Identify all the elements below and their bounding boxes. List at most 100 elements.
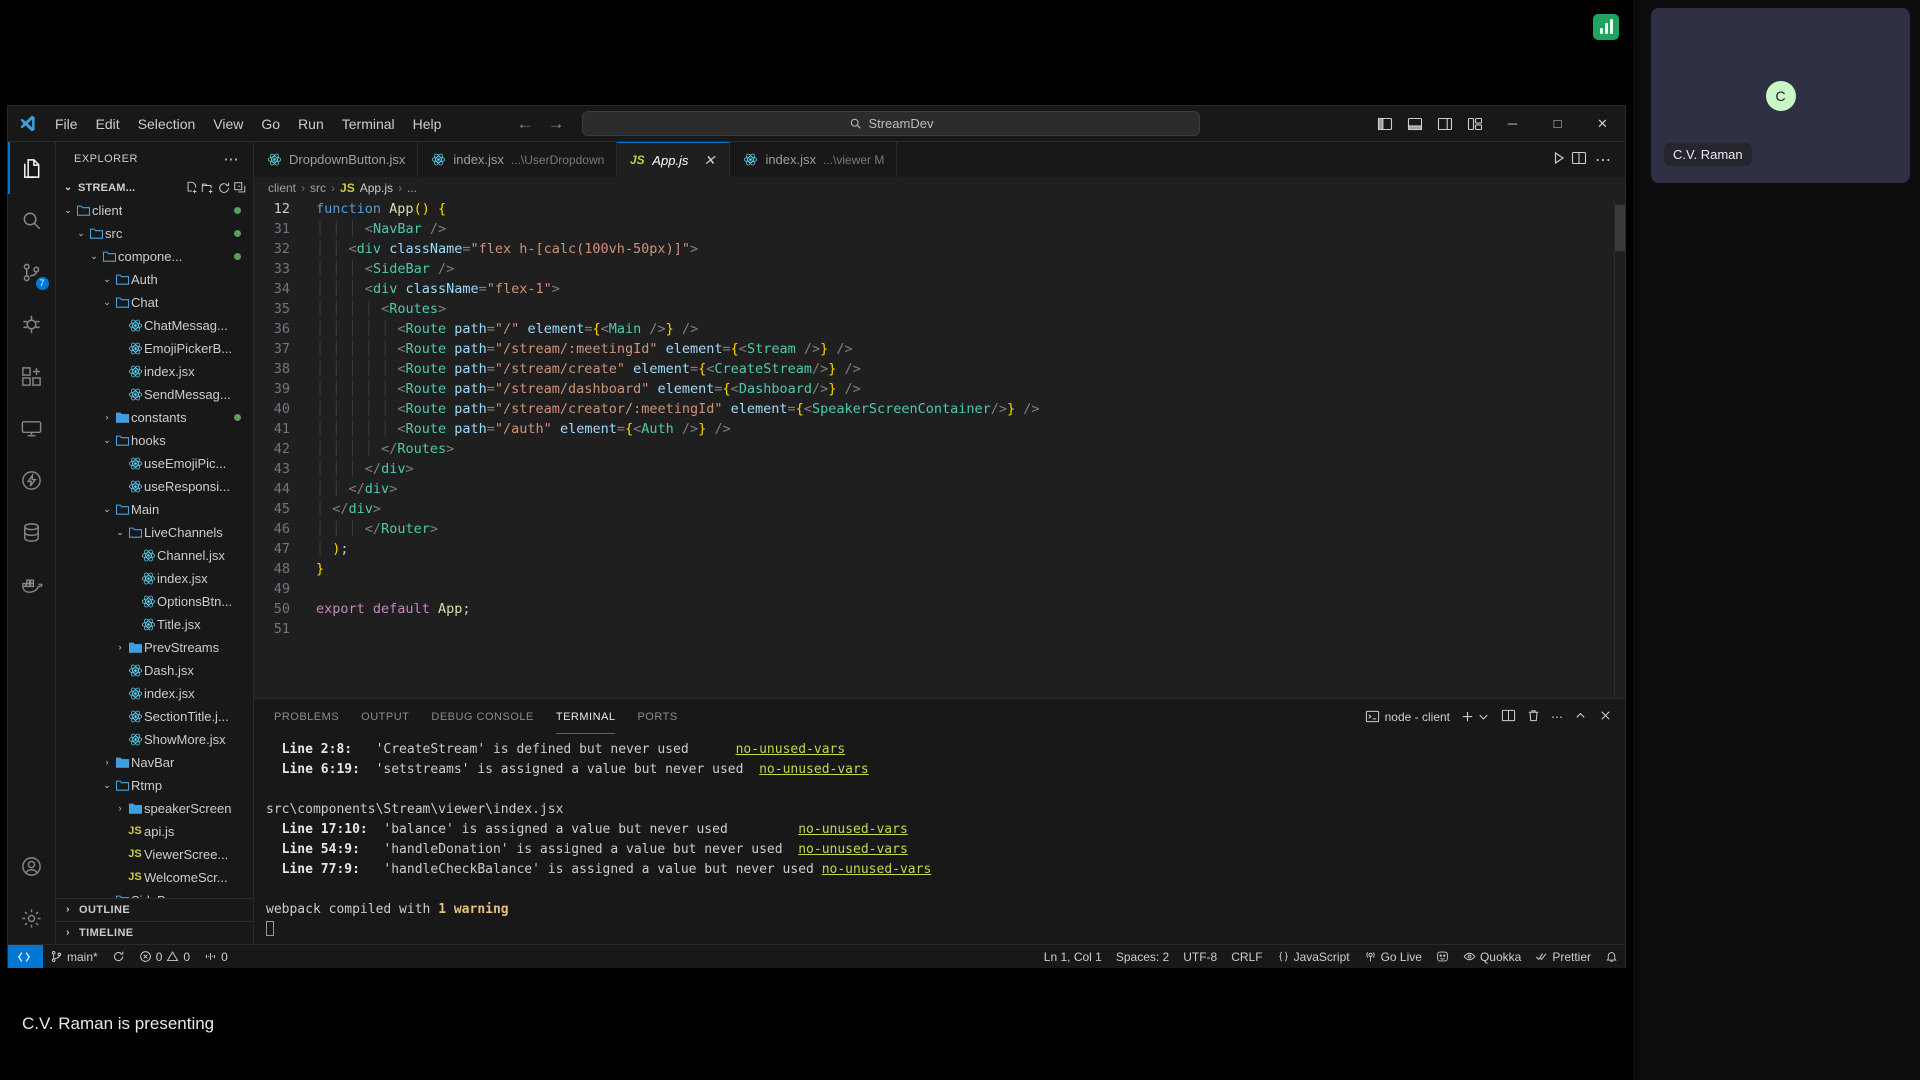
tree-item[interactable]: index.jsx bbox=[56, 567, 253, 590]
toggle-panel-icon[interactable] bbox=[1400, 109, 1430, 139]
chevron-right-icon[interactable]: › bbox=[114, 642, 126, 652]
tree-item[interactable]: index.jsx bbox=[56, 682, 253, 705]
tree-item[interactable]: ShowMore.jsx bbox=[56, 728, 253, 751]
tree-item[interactable]: JS WelcomeScr... bbox=[56, 866, 253, 889]
chevron-right-icon[interactable]: › bbox=[101, 412, 113, 422]
panel-more-actions-icon[interactable]: ⋯ bbox=[1551, 710, 1563, 724]
terminal-selector[interactable]: node - client bbox=[1365, 709, 1450, 724]
indentation[interactable]: Spaces: 2 bbox=[1109, 945, 1176, 969]
tree-item[interactable]: ⌄ Chat bbox=[56, 291, 253, 314]
tree-item[interactable]: ⌄ Rtmp bbox=[56, 774, 253, 797]
editor-tab[interactable]: index.jsx ...\UserDropdown bbox=[418, 142, 618, 177]
breadcrumb[interactable]: client › src › JS App.js › ... bbox=[254, 177, 1625, 199]
toggle-primary-sidebar-icon[interactable] bbox=[1370, 109, 1400, 139]
maximize-panel-button[interactable] bbox=[1573, 708, 1588, 726]
chevron-down-icon[interactable]: ⌄ bbox=[101, 435, 113, 446]
file-tree[interactable]: ⌄ client ⌄ src ⌄ compone... ⌄ Auth ⌄ Chat ChatMess… bbox=[56, 199, 253, 898]
customize-layout-icon[interactable] bbox=[1460, 109, 1490, 139]
tab-output[interactable]: OUTPUT bbox=[361, 699, 409, 734]
tab-debug-console[interactable]: DEBUG CONSOLE bbox=[431, 699, 533, 734]
sidebar-item-explorer[interactable] bbox=[7, 142, 56, 194]
chevron-down-icon[interactable]: ⌄ bbox=[101, 297, 113, 308]
sidebar-item-docker[interactable] bbox=[8, 558, 56, 610]
new-terminal-button[interactable] bbox=[1460, 709, 1491, 724]
sidebar-item-run-and-debug[interactable] bbox=[8, 298, 56, 350]
chevron-down-icon[interactable]: ⌄ bbox=[101, 274, 113, 285]
editor-tab[interactable]: JS App.js ✕ bbox=[617, 142, 731, 177]
breadcrumb-file[interactable]: App.js bbox=[360, 181, 393, 195]
tree-item[interactable]: SectionTitle.j... bbox=[56, 705, 253, 728]
tab-ports[interactable]: PORTS bbox=[637, 699, 677, 734]
tree-item[interactable]: ⌄ Main bbox=[56, 498, 253, 521]
eol[interactable]: CRLF bbox=[1224, 945, 1269, 969]
split-terminal-button[interactable] bbox=[1501, 708, 1516, 726]
go-live-button[interactable]: Go Live bbox=[1357, 945, 1429, 969]
language-mode[interactable]: JavaScript bbox=[1270, 945, 1357, 969]
minimize-button[interactable]: ─ bbox=[1490, 106, 1535, 142]
chevron-right-icon[interactable]: › bbox=[114, 803, 126, 813]
chevron-down-icon[interactable]: ⌄ bbox=[114, 527, 126, 538]
git-branch-item[interactable]: main* bbox=[43, 945, 105, 969]
breadcrumb-client[interactable]: client bbox=[268, 181, 296, 195]
sidebar-item-source-control[interactable]: 7 bbox=[8, 246, 56, 298]
timeline-panel-header[interactable]: › TIMELINE bbox=[56, 920, 253, 944]
tree-item[interactable]: JS ViewerScree... bbox=[56, 843, 253, 866]
sidebar-item-extensions[interactable] bbox=[8, 350, 56, 402]
tree-item[interactable]: › speakerScreen bbox=[56, 797, 253, 820]
tree-item[interactable]: ⌄ src bbox=[56, 222, 253, 245]
tree-item[interactable]: ⌄ client bbox=[56, 199, 253, 222]
menu-file[interactable]: File bbox=[46, 112, 87, 136]
ports-status[interactable]: 0 bbox=[197, 945, 235, 969]
chevron-down-icon[interactable]: ⌄ bbox=[62, 205, 74, 216]
tab-terminal[interactable]: TERMINAL bbox=[555, 699, 616, 734]
arrow-left-icon[interactable]: ← bbox=[516, 115, 533, 132]
arrow-right-icon[interactable]: → bbox=[547, 115, 564, 132]
editor-position[interactable]: Ln 1, Col 1 bbox=[1037, 945, 1109, 969]
split-editor-button[interactable] bbox=[1571, 150, 1587, 169]
tree-item[interactable]: › SideBar bbox=[56, 889, 253, 898]
tree-item[interactable]: OptionsBtn... bbox=[56, 590, 253, 613]
breadcrumb-symbol[interactable]: ... bbox=[407, 181, 417, 195]
feedback-button[interactable] bbox=[1429, 945, 1456, 969]
notifications-button[interactable] bbox=[1598, 945, 1625, 969]
prettier-status[interactable]: Prettier bbox=[1528, 945, 1598, 969]
tree-item[interactable]: useResponsi... bbox=[56, 475, 253, 498]
menu-edit[interactable]: Edit bbox=[87, 112, 129, 136]
tree-item[interactable]: ⌄ compone... bbox=[56, 245, 253, 268]
tree-item[interactable]: ⌄ LiveChannels bbox=[56, 521, 253, 544]
chevron-down-icon[interactable]: ⌄ bbox=[101, 504, 113, 515]
chevron-right-icon[interactable]: › bbox=[101, 895, 113, 898]
remote-window-button[interactable] bbox=[8, 944, 43, 969]
menu-selection[interactable]: Selection bbox=[129, 112, 205, 136]
command-center[interactable]: StreamDev bbox=[582, 111, 1201, 136]
tab-problems[interactable]: PROBLEMS bbox=[274, 699, 339, 734]
tree-item[interactable]: › PrevStreams bbox=[56, 636, 253, 659]
toggle-secondary-sidebar-icon[interactable] bbox=[1430, 109, 1460, 139]
breadcrumb-src[interactable]: src bbox=[310, 181, 326, 195]
accounts-button[interactable] bbox=[8, 840, 56, 892]
chevron-down-icon[interactable]: ⌄ bbox=[75, 228, 87, 239]
menu-go[interactable]: Go bbox=[252, 112, 289, 136]
participant-tile[interactable]: C C.V. Raman bbox=[1651, 8, 1910, 183]
tree-item[interactable]: Channel.jsx bbox=[56, 544, 253, 567]
tree-item[interactable]: ⌄ hooks bbox=[56, 429, 253, 452]
outline-panel-header[interactable]: › OUTLINE bbox=[56, 897, 253, 921]
chevron-down-icon[interactable]: ⌄ bbox=[62, 182, 74, 193]
tree-item[interactable]: ChatMessag... bbox=[56, 314, 253, 337]
sidebar-more-actions-icon[interactable]: ⋯ bbox=[218, 150, 246, 168]
tree-item[interactable]: SendMessag... bbox=[56, 383, 253, 406]
close-icon[interactable]: ✕ bbox=[701, 152, 717, 169]
menu-help[interactable]: Help bbox=[404, 112, 451, 136]
tree-item[interactable]: › NavBar bbox=[56, 751, 253, 774]
chevron-right-icon[interactable]: › bbox=[101, 757, 113, 767]
editor-scrollbar[interactable] bbox=[1615, 205, 1625, 251]
editor-tab[interactable]: index.jsx ...\viewer M bbox=[730, 142, 898, 177]
tree-item[interactable]: › constants bbox=[56, 406, 253, 429]
menu-run[interactable]: Run bbox=[289, 112, 333, 136]
tree-item[interactable]: Dash.jsx bbox=[56, 659, 253, 682]
tree-item[interactable]: index.jsx bbox=[56, 360, 253, 383]
kill-terminal-button[interactable] bbox=[1526, 708, 1541, 726]
menu-bar[interactable]: File Edit Selection View Go Run Terminal… bbox=[46, 112, 450, 136]
close-button[interactable]: ✕ bbox=[1580, 106, 1625, 142]
chevron-down-icon[interactable]: ⌄ bbox=[101, 780, 113, 791]
